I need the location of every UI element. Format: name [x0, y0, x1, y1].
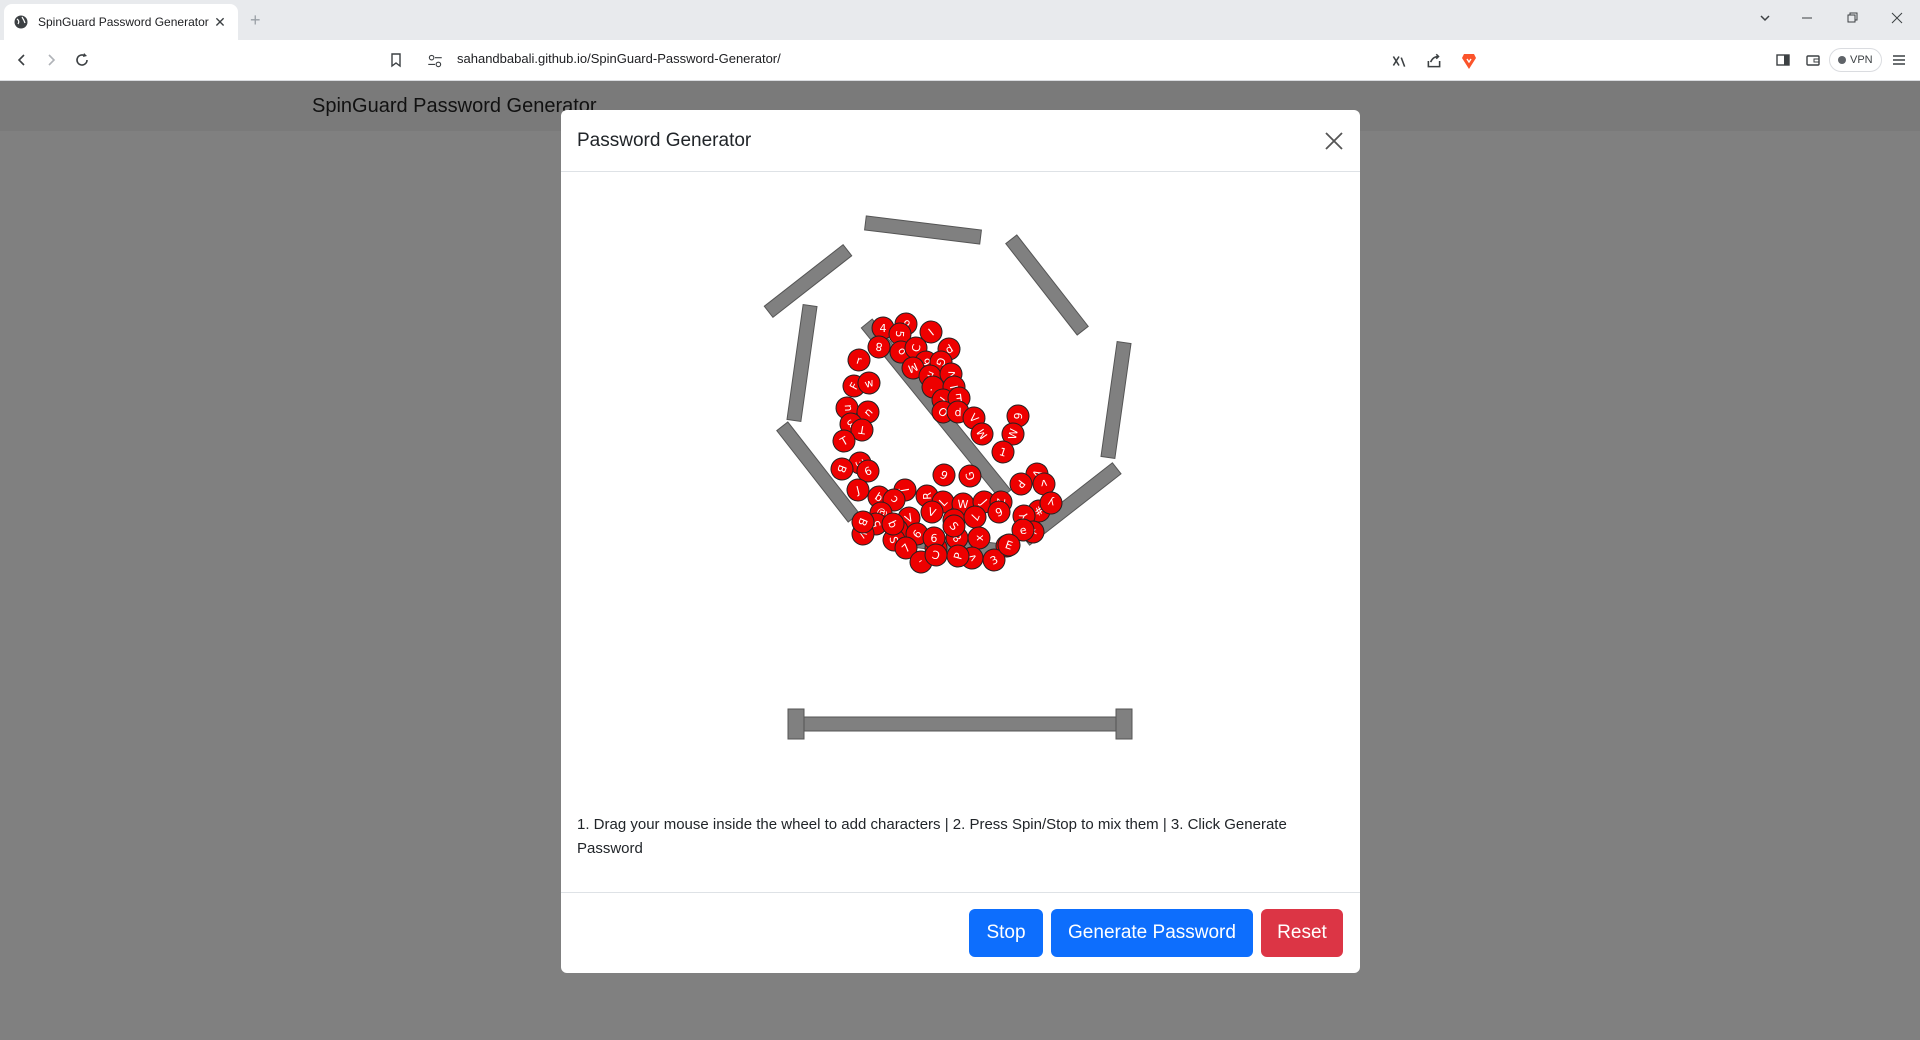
reset-button[interactable]: Reset: [1261, 909, 1343, 957]
url-text[interactable]: sahandbabali.github.io/SpinGuard-Passwor…: [457, 51, 781, 66]
tab-list-chevron-icon[interactable]: [1755, 10, 1775, 26]
sidebar-icon: [1776, 54, 1790, 66]
wheel-wall: [1005, 234, 1089, 336]
wheel-wall: [864, 215, 982, 245]
reload-icon: [76, 53, 88, 66]
ball-character: d: [954, 406, 961, 419]
ball-character: u: [841, 404, 854, 412]
ball-character: 6: [1011, 412, 1025, 420]
wheel-wall: [786, 304, 818, 422]
spin-wheel-canvas[interactable]: 495I8oCdr9GMEvFw.IrEOundV63TMWT13B96GAJb…: [561, 172, 1360, 792]
address-bar[interactable]: sahandbabali.github.io/SpinGuard-Passwor…: [410, 44, 1498, 76]
vpn-label: VPN: [1850, 54, 1873, 66]
vpn-status-icon: [1838, 56, 1846, 64]
page-title: SpinGuard Password Generator: [312, 95, 597, 117]
platform-right-post: [1115, 708, 1133, 740]
bookmark-icon: [391, 53, 401, 68]
ball-character: 5: [893, 330, 906, 338]
bottom-platform: [791, 716, 1123, 732]
character-ball: 6: [932, 463, 956, 487]
platform-left-post: [787, 708, 805, 740]
browser-toolbar: sahandbabali.github.io/SpinGuard-Passwor…: [0, 40, 1920, 81]
back-button[interactable]: [11, 49, 33, 71]
globe-icon: [14, 15, 28, 29]
stop-button[interactable]: Stop: [969, 909, 1043, 957]
hamburger-menu-icon: [1893, 55, 1905, 65]
modal-title: Password Generator: [577, 130, 752, 151]
translate-icon[interactable]: [1390, 52, 1408, 70]
character-ball: x: [967, 526, 991, 550]
restore-icon[interactable]: [1842, 10, 1862, 26]
browser-tab-bar: SpinGuard Password Generator ✕ +: [0, 0, 1920, 40]
modal-footer: Stop Generate Password Reset: [561, 892, 1360, 973]
vpn-button[interactable]: VPN: [1829, 48, 1882, 72]
sidebar-toggle-button[interactable]: [1772, 49, 1794, 71]
wallet-button[interactable]: [1802, 49, 1824, 71]
generate-password-button[interactable]: Generate Password: [1051, 909, 1253, 957]
tab-close-icon[interactable]: ✕: [212, 14, 228, 31]
close-icon[interactable]: [1323, 130, 1345, 152]
minimize-icon[interactable]: [1797, 10, 1817, 26]
close-window-icon[interactable]: [1887, 10, 1907, 26]
modal-body: 495I8oCdr9GMEvFw.IrEOundV63TMWT13B96GAJb…: [561, 172, 1360, 892]
tab-title: SpinGuard Password Generator: [38, 15, 209, 29]
new-tab-button[interactable]: +: [250, 10, 261, 31]
instructions-text: 1. Drag your mouse inside the wheel to a…: [577, 816, 1287, 857]
ball-character: x: [973, 534, 986, 541]
forward-button[interactable]: [40, 49, 62, 71]
back-arrow-icon: [17, 54, 25, 66]
wheel-wall: [1100, 341, 1132, 459]
reload-button[interactable]: [71, 49, 93, 71]
wallet-icon: [1806, 55, 1820, 66]
site-settings-icon[interactable]: [426, 52, 444, 70]
password-generator-modal: Password Generator 4 5 I 8 o C d r 9 G M…: [561, 110, 1360, 973]
character-balls: 495I8oCdr9GMEvFw.IrEOundV63TMWT13B96GAJb…: [830, 312, 1063, 574]
brave-shield-icon[interactable]: [1460, 52, 1478, 70]
share-icon[interactable]: [1425, 52, 1443, 70]
ball-character: 6: [930, 532, 938, 545]
ball-character: 4: [880, 322, 887, 335]
bookmark-button[interactable]: [385, 49, 407, 71]
modal-header: Password Generator: [561, 110, 1360, 172]
browser-tab[interactable]: SpinGuard Password Generator ✕: [4, 4, 238, 40]
menu-button[interactable]: [1888, 49, 1910, 71]
forward-arrow-icon: [48, 54, 56, 66]
